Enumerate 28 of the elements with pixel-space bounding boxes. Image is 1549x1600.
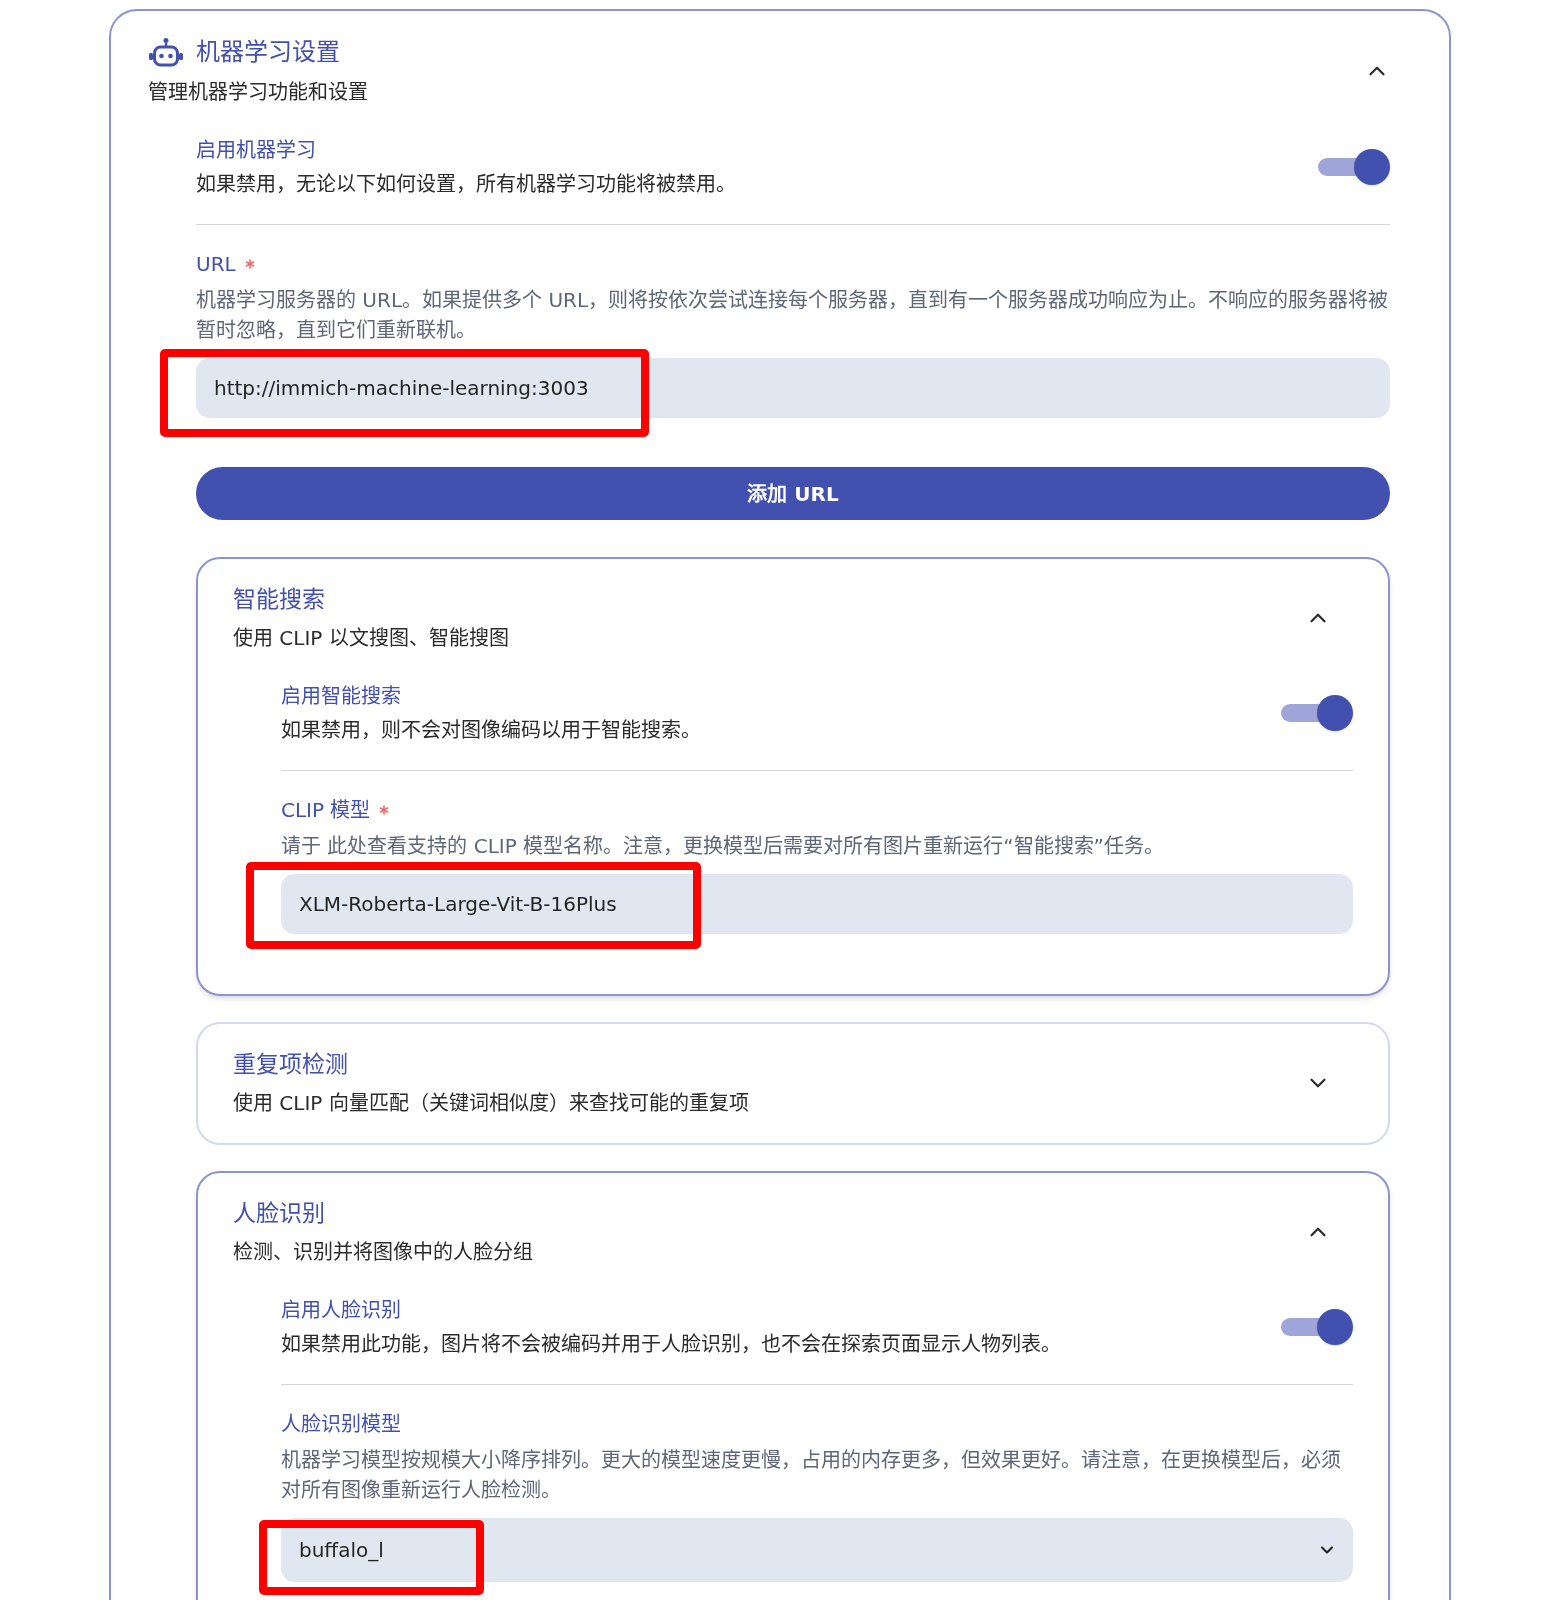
robot-icon (148, 37, 184, 67)
section-subtitle: 检测、识别并将图像中的人脸分组 (233, 1239, 533, 1266)
setting-description: 如果禁用，则不会对图像编码以用于智能搜索。 (281, 717, 701, 744)
setting-description: 如果禁用此功能，图片将不会被编码并用于人脸识别，也不会在探索页面显示人物列表。 (281, 1331, 1061, 1358)
url-input[interactable]: http://immich-machine-learning:3003 (196, 358, 1390, 418)
add-url-button[interactable]: 添加 URL (196, 467, 1390, 520)
setting-description: 请于 此处查看支持的 CLIP 模型名称。注意，更换模型后需要对所有图片重新运行“智能搜索”任务。 (281, 833, 1165, 860)
setting-label: 启用机器学习 (196, 137, 316, 164)
setting-label: URL (196, 251, 236, 278)
section-subtitle: 使用 CLIP 以文搜图、智能搜图 (233, 625, 509, 652)
setting-label: 启用人脸识别 (281, 1297, 401, 1324)
model-select[interactable]: buffalo_l (281, 1518, 1353, 1582)
panel-subtitle: 管理机器学习功能和设置 (148, 79, 368, 106)
model-input[interactable]: XLM-Roberta-Large-Vit-B-16Plus (281, 874, 1353, 934)
setting-description: 机器学习服务器的 URL。如果提供多个 URL，则将按依次尝试连接每个服务器，直到有一个服务器成功响应为止。不响应的服务器将被暂时忽略，直到它们重新联机。 (196, 287, 1390, 344)
toggle-switch[interactable] (1281, 695, 1353, 731)
section-title: 重复项检测 (233, 1050, 349, 1079)
toggle-switch[interactable] (1318, 149, 1390, 185)
panel-title: 机器学习设置 (196, 37, 340, 68)
section-subtitle: 使用 CLIP 向量匹配（关键词相似度）来查找可能的重复项 (233, 1090, 749, 1117)
toggle-switch[interactable] (1281, 1309, 1353, 1345)
setting-description: 机器学习模型按规模大小降序排列。更大的模型速度更慢，占用的内存更多，但效果更好。请注意，在更换模型后，必须对所有图像重新运行人脸检测。 (281, 1447, 1342, 1504)
setting-label: CLIP 模型 (281, 797, 371, 824)
section-title: 人脸识别 (233, 1199, 326, 1228)
section-title: 智能搜索 (233, 585, 326, 614)
setting-description: 如果禁用，无论以下如何设置，所有机器学习功能将被禁用。 (196, 171, 736, 198)
setting-label: 人脸识别模型 (281, 1411, 401, 1438)
setting-label: 启用智能搜索 (281, 683, 401, 710)
